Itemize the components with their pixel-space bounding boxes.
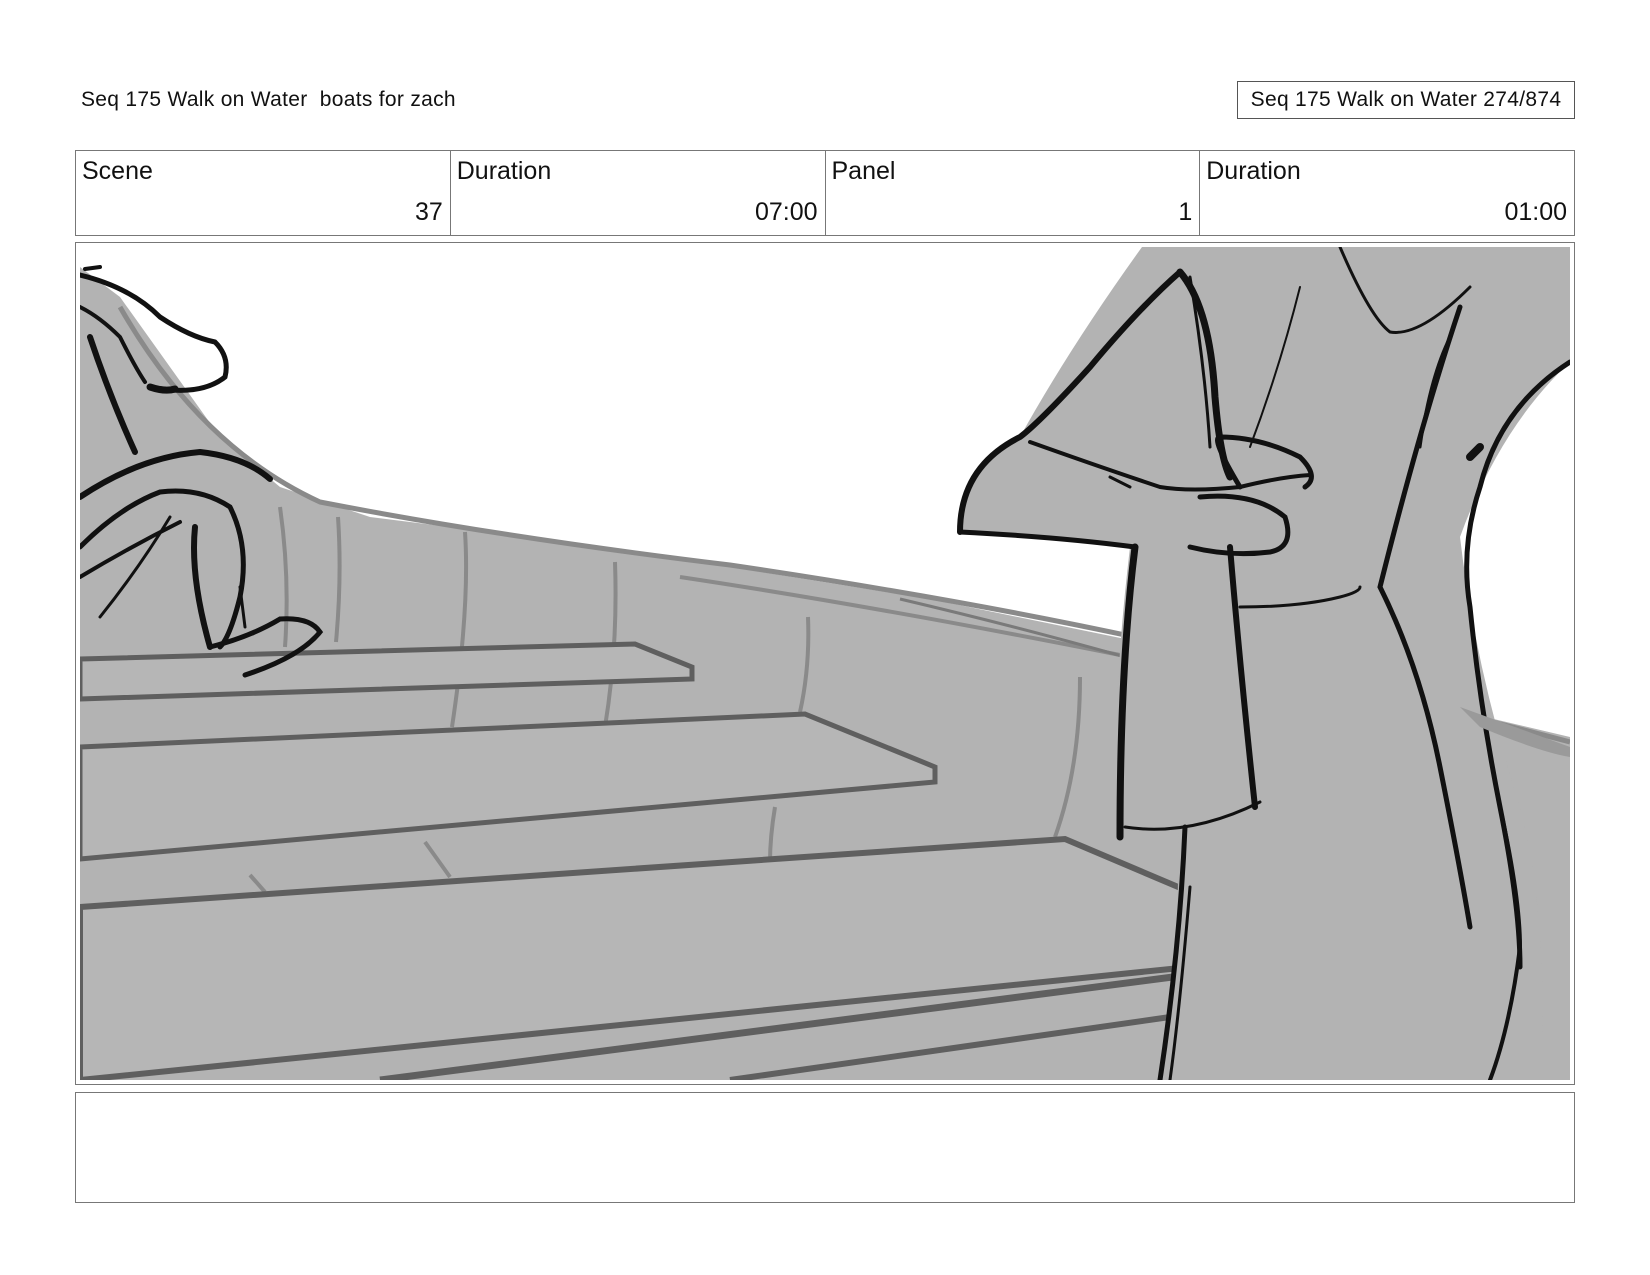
sequence-title: Seq 175 Walk on Water boats for zach [81,88,456,111]
panel-value: 1 [1178,198,1193,226]
scene-cell: Scene 37 [76,151,451,235]
panel-duration-cell: Duration 01:00 [1200,151,1574,235]
scene-duration-cell: Duration 07:00 [451,151,826,235]
scene-value: 37 [414,198,443,226]
panel-info-row: Scene 37 Duration 07:00 Panel 1 Duration… [75,150,1575,236]
scene-duration-value: 07:00 [754,198,818,226]
scene-label: Scene [82,157,153,185]
panel-notes [75,1092,1575,1203]
panel-label: Panel [831,157,896,185]
panel-cell: Panel 1 [826,151,1201,235]
scene-duration-label: Duration [456,157,552,185]
panel-duration-value: 01:00 [1504,198,1567,226]
storyboard-panel [75,242,1575,1085]
panel-duration-label: Duration [1206,157,1301,185]
page-counter: Seq 175 Walk on Water 274/874 [1237,81,1575,119]
storyboard-sketch [80,247,1570,1080]
